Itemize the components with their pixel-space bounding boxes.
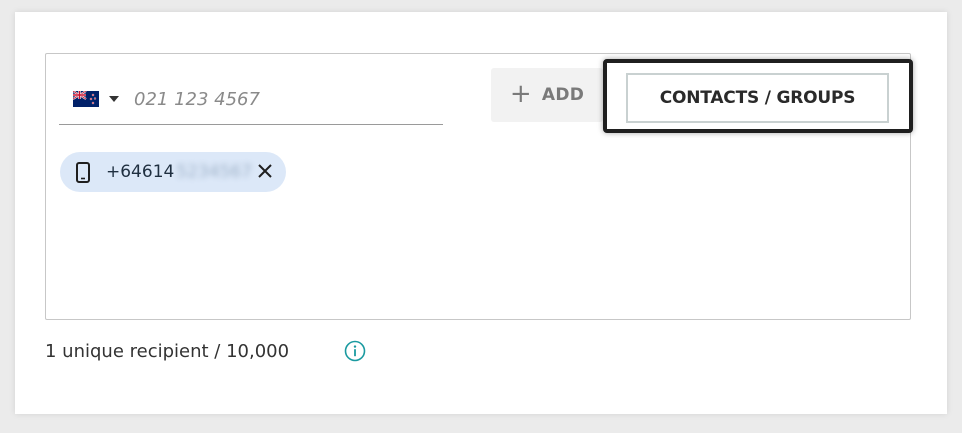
new-zealand-flag-icon (73, 91, 99, 107)
add-button-label: ADD (541, 85, 585, 105)
country-code-select[interactable] (73, 86, 123, 112)
plus-icon: + (509, 78, 532, 109)
recipient-number: +64614 (106, 162, 175, 182)
recipient-count: 1 unique recipient / 10,000 (45, 341, 290, 362)
mobile-phone-icon (76, 161, 90, 183)
add-button[interactable]: + ADD (491, 68, 603, 122)
recipient-chip: +64614 5234567 (60, 152, 286, 192)
contacts-groups-button[interactable]: CONTACTS / GROUPS (626, 73, 889, 123)
input-underline (59, 124, 443, 125)
recipients-card: + ADD CONTACTS / GROUPS +64614 5234567 1… (15, 12, 947, 414)
info-icon[interactable] (344, 340, 366, 362)
contacts-groups-highlight: CONTACTS / GROUPS (603, 59, 913, 133)
contacts-groups-label: CONTACTS / GROUPS (659, 88, 856, 108)
close-icon[interactable] (256, 162, 274, 180)
recipients-panel: + ADD CONTACTS / GROUPS +64614 5234567 (45, 53, 913, 320)
phone-number-input[interactable] (134, 84, 434, 114)
chevron-down-icon (109, 96, 119, 102)
recipient-number-redacted: 5234567 (176, 162, 253, 182)
